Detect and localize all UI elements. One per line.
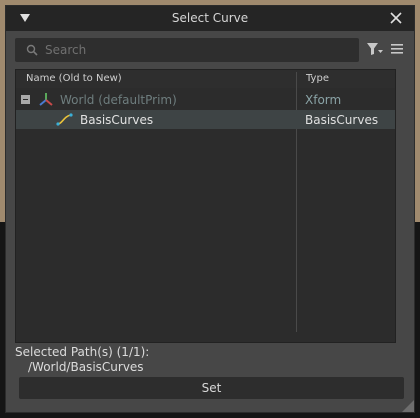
prim-type: Xform [305, 93, 342, 107]
basis-curves-icon [56, 113, 73, 126]
title-bar[interactable]: Select Curve [6, 6, 414, 31]
prim-name: BasisCurves [80, 113, 154, 127]
close-icon[interactable] [388, 10, 404, 26]
search-icon [26, 44, 38, 56]
options-menu-icon[interactable] [390, 42, 404, 56]
dialog-title: Select Curve [171, 11, 249, 25]
tree-row-basiscurves[interactable]: BasisCurves BasisCurves [16, 110, 395, 129]
collapse-toggle-icon[interactable] [21, 95, 30, 104]
search-input[interactable] [45, 40, 345, 60]
column-header-type[interactable]: Type [306, 73, 329, 84]
filter-icon[interactable] [366, 41, 384, 57]
set-button[interactable]: Set [19, 377, 404, 399]
prim-name: World (defaultPrim) [60, 93, 177, 107]
select-curve-dialog: Select Curve Name (Old to New) Type [5, 5, 415, 413]
selected-path-value: /World/BasisCurves [28, 360, 144, 374]
prim-tree-view[interactable]: Name (Old to New) Type World (defaultPri… [15, 69, 396, 343]
column-header-name[interactable]: Name (Old to New) [26, 73, 122, 84]
search-field[interactable] [15, 38, 359, 62]
tree-row-world[interactable]: World (defaultPrim) Xform [16, 90, 395, 109]
resize-grip-icon[interactable] [400, 398, 414, 412]
xform-axes-icon [39, 93, 53, 106]
tree-header: Name (Old to New) Type [16, 70, 395, 88]
selected-paths-label: Selected Path(s) (1/1): [15, 345, 150, 359]
prim-type: BasisCurves [305, 113, 379, 127]
